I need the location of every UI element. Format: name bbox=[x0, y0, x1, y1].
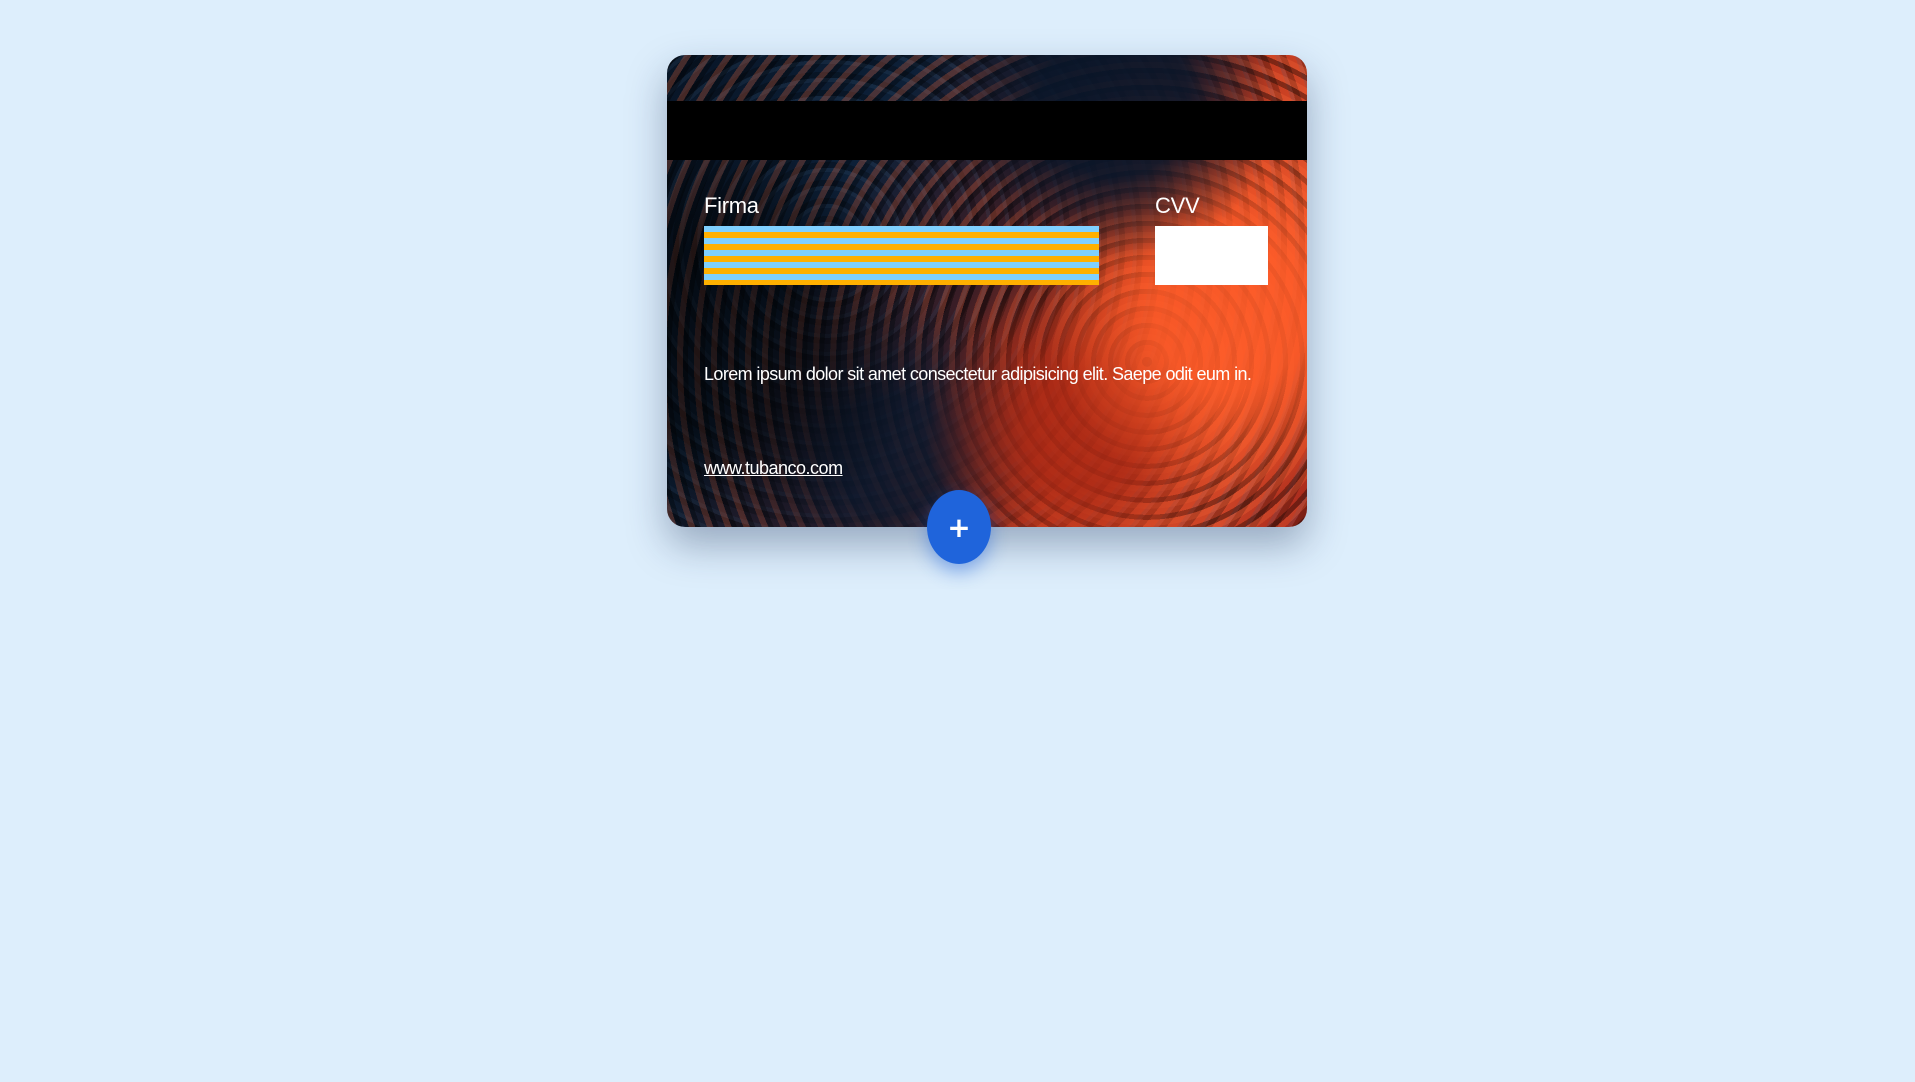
card-description: Lorem ipsum dolor sit amet consectetur a… bbox=[704, 364, 1252, 384]
signature-label: Firma bbox=[704, 193, 759, 218]
credit-card-back: Firma CVV Lorem ipsum dolor sit amet con… bbox=[667, 55, 1307, 527]
flip-card-button[interactable]: + bbox=[927, 490, 991, 564]
signature-strip bbox=[704, 226, 1099, 285]
cvv-box bbox=[1155, 226, 1268, 285]
plus-icon: + bbox=[947, 510, 971, 544]
cvv-label: CVV bbox=[1155, 193, 1200, 218]
magnetic-stripe bbox=[667, 101, 1307, 160]
bank-website-link[interactable]: www.tubanco.com bbox=[704, 457, 843, 479]
